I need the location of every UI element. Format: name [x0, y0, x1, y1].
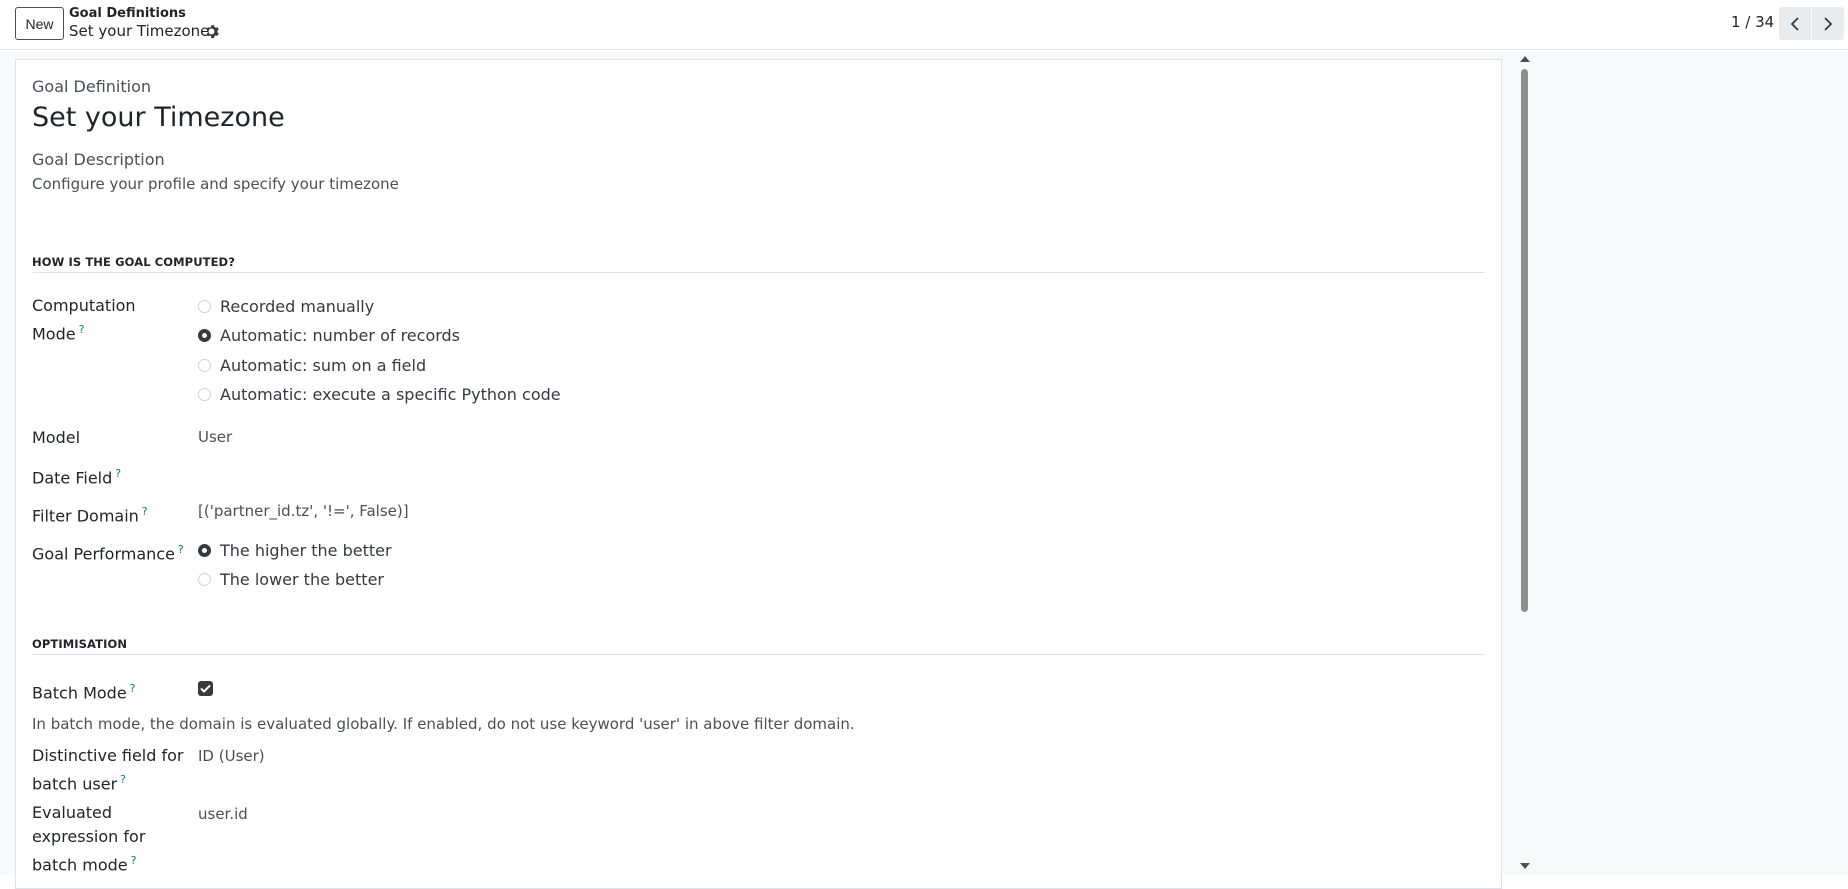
checkmark-icon — [200, 684, 211, 693]
pager-value[interactable]: 1 / 34 — [1731, 13, 1774, 31]
help-tooltip-icon[interactable]: ? — [120, 773, 126, 786]
computation-mode-option[interactable]: Recorded manually — [198, 297, 374, 316]
batch-mode-label-text: Batch Mode — [32, 683, 127, 703]
radio-button[interactable] — [198, 359, 211, 372]
evaluated-expression-label: Evaluated expression for batch mode? — [32, 801, 145, 877]
goal-performance-label: Goal Performance? — [32, 538, 184, 566]
radio-button-selected[interactable] — [198, 329, 211, 342]
filter-domain-label-text: Filter Domain — [32, 506, 139, 526]
form-sheet: Goal Definition Set your Timezone Goal D… — [15, 59, 1502, 889]
batch-mode-checkbox[interactable] — [198, 681, 213, 696]
radio-label[interactable]: The lower the better — [220, 570, 384, 589]
radio-label[interactable]: Automatic: sum on a field — [220, 356, 426, 375]
radio-button[interactable] — [198, 573, 211, 586]
gear-icon[interactable] — [204, 24, 219, 39]
distinctive-field-label: Distinctive field for batch user? — [32, 744, 183, 796]
breadcrumb-current: Set your Timezone — [69, 22, 210, 40]
model-label: Model — [32, 428, 81, 447]
date-field-label-text: Date Field — [32, 468, 113, 488]
filter-domain-label: Filter Domain? — [32, 500, 148, 528]
batch-mode-label: Batch Mode? — [32, 677, 136, 705]
radio-label[interactable]: Recorded manually — [220, 297, 374, 316]
help-tooltip-icon[interactable]: ? — [79, 323, 85, 336]
section-title-computed: HOW IS THE GOAL COMPUTED? — [32, 255, 235, 269]
model-value[interactable]: User — [198, 428, 232, 446]
name-value[interactable]: Set your Timezone — [32, 102, 285, 133]
evaluated-expression-label-line2: expression for — [32, 827, 146, 846]
section-title-optimisation: OPTIMISATION — [32, 637, 128, 651]
scroll-down-arrow-icon[interactable] — [1520, 863, 1530, 869]
filter-domain-value[interactable]: [('partner_id.tz', '!=', False)] — [198, 502, 409, 520]
section-divider — [33, 272, 1485, 273]
batch-mode-note: In batch mode, the domain is evaluated g… — [32, 715, 855, 733]
evaluated-expression-value[interactable]: user.id — [198, 805, 248, 823]
distinctive-field-value[interactable]: ID (User) — [198, 747, 265, 765]
radio-button[interactable] — [198, 388, 211, 401]
computation-mode-option[interactable]: Automatic: number of records — [198, 326, 460, 345]
radio-button-selected[interactable] — [198, 544, 211, 557]
computation-mode-option[interactable]: Automatic: sum on a field — [198, 356, 426, 375]
computation-mode-label-line2: Mode — [32, 324, 76, 344]
help-tooltip-icon[interactable]: ? — [131, 854, 137, 867]
chevron-right-icon — [1824, 16, 1833, 31]
radio-button[interactable] — [198, 300, 211, 313]
help-tooltip-icon[interactable]: ? — [115, 467, 121, 480]
distinctive-field-label-line2: batch user — [32, 774, 118, 794]
goal-performance-option[interactable]: The higher the better — [198, 541, 392, 560]
new-button[interactable]: New — [15, 7, 64, 40]
help-tooltip-icon[interactable]: ? — [130, 682, 136, 695]
goal-performance-label-text: Goal Performance — [32, 544, 175, 564]
name-label: Goal Definition — [32, 77, 151, 96]
computation-mode-option[interactable]: Automatic: execute a specific Python cod… — [198, 385, 561, 404]
goal-performance-option[interactable]: The lower the better — [198, 570, 384, 589]
pager-previous-button[interactable] — [1779, 7, 1811, 40]
radio-label[interactable]: The higher the better — [220, 541, 392, 560]
distinctive-field-label-line1: Distinctive field for — [32, 746, 184, 765]
evaluated-expression-label-line3: batch mode — [32, 855, 128, 875]
scroll-up-arrow-icon[interactable] — [1520, 56, 1530, 62]
radio-label[interactable]: Automatic: number of records — [220, 326, 460, 345]
pager-next-button[interactable] — [1812, 7, 1844, 40]
control-panel: New Goal Definitions Set your Timezone 1… — [0, 0, 1848, 50]
evaluated-expression-label-line1: Evaluated — [32, 803, 113, 822]
computation-mode-label-line1: Computation — [32, 296, 136, 315]
section-divider — [33, 654, 1485, 655]
form-view: Goal Definition Set your Timezone Goal D… — [0, 51, 1848, 889]
chevron-left-icon — [1790, 16, 1799, 31]
computation-mode-label: Computation Mode? — [32, 294, 136, 346]
date-field-label: Date Field? — [32, 462, 121, 490]
scrollbar-thumb[interactable] — [1521, 69, 1528, 612]
breadcrumb-parent[interactable]: Goal Definitions — [69, 6, 186, 21]
help-tooltip-icon[interactable]: ? — [142, 505, 148, 518]
scrollbar[interactable] — [1518, 51, 1532, 875]
description-label: Goal Description — [32, 150, 165, 169]
help-tooltip-icon[interactable]: ? — [178, 543, 184, 556]
radio-label[interactable]: Automatic: execute a specific Python cod… — [220, 385, 561, 404]
description-value[interactable]: Configure your profile and specify your … — [32, 175, 399, 193]
